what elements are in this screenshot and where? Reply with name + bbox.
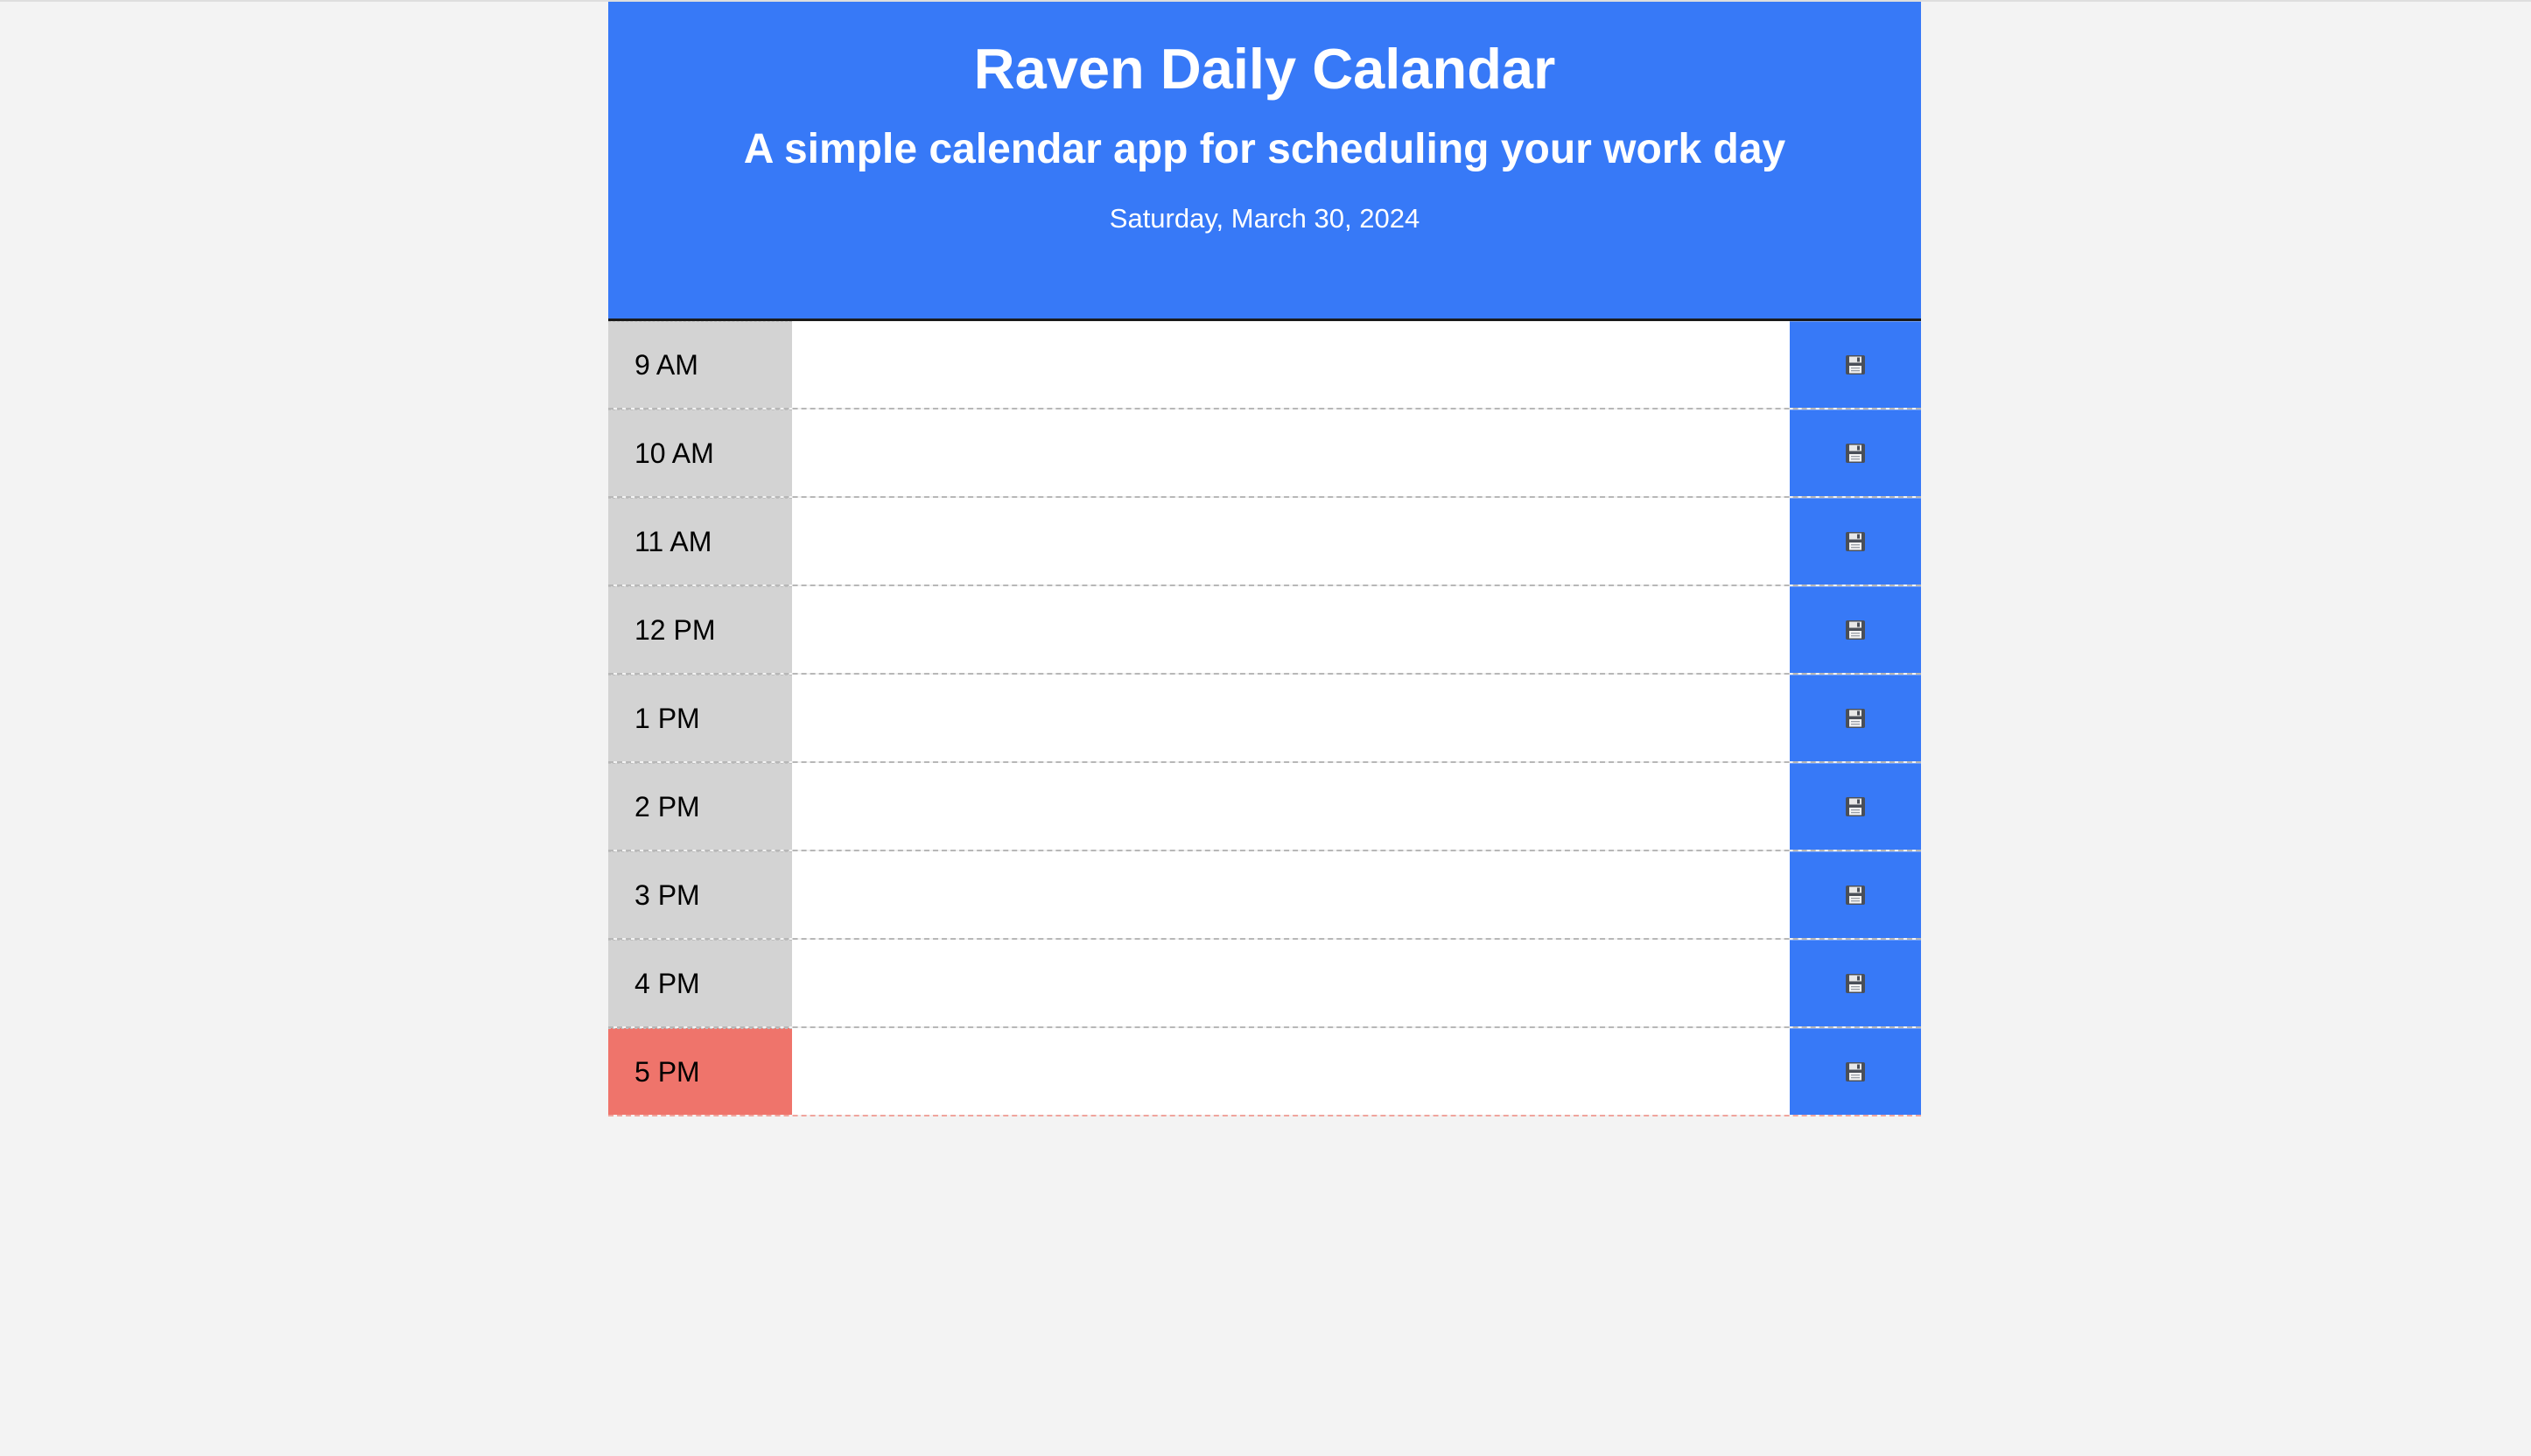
current-date: Saturday, March 30, 2024: [1109, 203, 1420, 234]
timeblock-row: 3 PM: [608, 851, 1921, 940]
timeblock-row: 11 AM: [608, 498, 1921, 586]
hour-label: 3 PM: [608, 851, 792, 938]
hour-label: 11 AM: [608, 498, 792, 584]
save-button[interactable]: [1790, 586, 1921, 673]
timeblock-row: 9 AM: [608, 321, 1921, 410]
timeblock-row: 4 PM: [608, 940, 1921, 1028]
calendar-container: Raven Daily Calandar A simple calendar a…: [608, 2, 1921, 1116]
save-button[interactable]: [1790, 763, 1921, 850]
header: Raven Daily Calandar A simple calendar a…: [608, 2, 1921, 321]
save-button[interactable]: [1790, 940, 1921, 1026]
save-button[interactable]: [1790, 1028, 1921, 1115]
hour-label: 5 PM: [608, 1028, 792, 1115]
page-title: Raven Daily Calandar: [973, 37, 1556, 101]
event-description-input[interactable]: [792, 940, 1790, 1026]
timeblock-list: 9 AM 10 AM 11 AM 12 PM 1 PM 2 PM 3 PM 4 PM 5 PM: [608, 321, 1921, 1116]
floppy-disk-icon: [1846, 444, 1865, 463]
floppy-disk-icon: [1846, 620, 1865, 640]
floppy-disk-icon: [1846, 974, 1865, 993]
event-description-input[interactable]: [792, 410, 1790, 496]
floppy-disk-icon: [1846, 1062, 1865, 1082]
timeblock-row: 1 PM: [608, 675, 1921, 763]
page-subtitle: A simple calendar app for scheduling you…: [743, 126, 1786, 172]
timeblock-row: 12 PM: [608, 586, 1921, 675]
floppy-disk-icon: [1846, 355, 1865, 374]
floppy-disk-icon: [1846, 532, 1865, 551]
event-description-input[interactable]: [792, 1028, 1790, 1115]
event-description-input[interactable]: [792, 586, 1790, 673]
save-button[interactable]: [1790, 675, 1921, 761]
event-description-input[interactable]: [792, 851, 1790, 938]
event-description-input[interactable]: [792, 498, 1790, 584]
hour-label: 4 PM: [608, 940, 792, 1026]
floppy-disk-icon: [1846, 886, 1865, 905]
save-button[interactable]: [1790, 498, 1921, 584]
hour-label: 12 PM: [608, 586, 792, 673]
event-description-input[interactable]: [792, 321, 1790, 408]
hour-label: 1 PM: [608, 675, 792, 761]
hour-label: 10 AM: [608, 410, 792, 496]
save-button[interactable]: [1790, 851, 1921, 938]
timeblock-row: 2 PM: [608, 763, 1921, 851]
save-button[interactable]: [1790, 410, 1921, 496]
timeblock-row: 5 PM: [608, 1028, 1921, 1116]
hour-label: 2 PM: [608, 763, 792, 850]
hour-label: 9 AM: [608, 321, 792, 408]
save-button[interactable]: [1790, 321, 1921, 408]
event-description-input[interactable]: [792, 675, 1790, 761]
timeblock-row: 10 AM: [608, 410, 1921, 498]
floppy-disk-icon: [1846, 797, 1865, 816]
event-description-input[interactable]: [792, 763, 1790, 850]
floppy-disk-icon: [1846, 709, 1865, 728]
